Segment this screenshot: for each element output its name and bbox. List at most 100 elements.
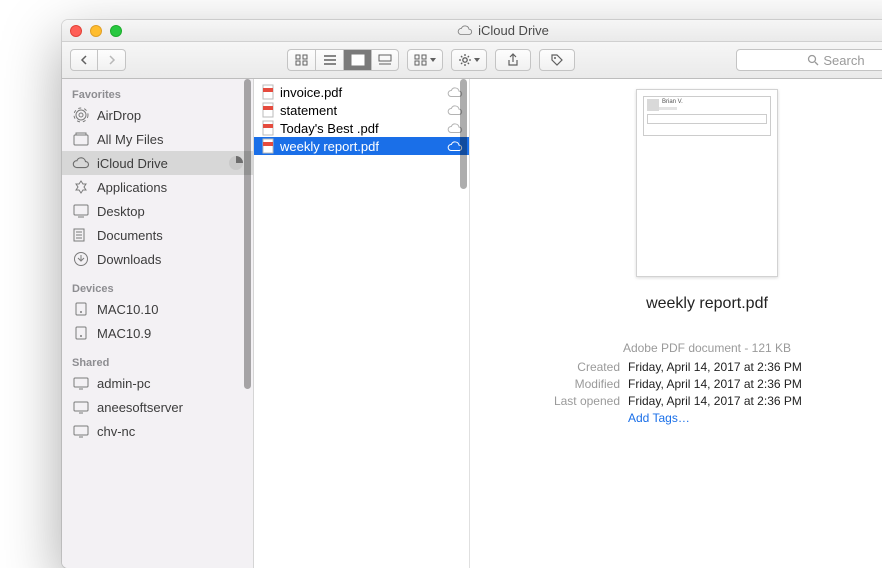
sidebar-item-label: Downloads bbox=[97, 252, 161, 267]
sidebar-item-label: Documents bbox=[97, 228, 163, 243]
group-label: Favorites bbox=[62, 85, 253, 103]
file-name: invoice.pdf bbox=[280, 85, 342, 100]
chevron-down-icon bbox=[474, 58, 480, 62]
sidebar-item-label: AirDrop bbox=[97, 108, 141, 123]
chevron-left-icon bbox=[80, 55, 88, 65]
file-row[interactable]: weekly report.pdf bbox=[254, 137, 469, 155]
pdf-icon bbox=[260, 120, 276, 136]
back-button[interactable] bbox=[70, 49, 98, 71]
share-button[interactable] bbox=[495, 49, 531, 71]
file-column: invoice.pdf statement Today's Best .pdf … bbox=[254, 79, 470, 568]
sidebar-item-label: iCloud Drive bbox=[97, 156, 168, 171]
meta-row: Add Tags… bbox=[500, 410, 882, 427]
monitor-icon bbox=[72, 374, 90, 392]
monitor-icon bbox=[72, 398, 90, 416]
file-name: weekly report.pdf bbox=[280, 139, 379, 154]
view-column-button[interactable] bbox=[343, 49, 371, 71]
sidebar-item-device[interactable]: MAC10.9 bbox=[62, 321, 253, 345]
meta-row: Modified Friday, April 14, 2017 at 2:36 … bbox=[500, 376, 882, 393]
folder-icon bbox=[72, 226, 90, 244]
apps-icon bbox=[72, 178, 90, 196]
coverflow-icon bbox=[378, 54, 392, 66]
sidebar-item-icloud[interactable]: iCloud Drive bbox=[62, 151, 253, 175]
cloud-icon bbox=[72, 154, 90, 172]
downloads-icon bbox=[72, 250, 90, 268]
preview-filename: weekly report.pdf bbox=[646, 295, 768, 313]
group-label: Shared bbox=[62, 353, 253, 371]
view-segmented bbox=[287, 49, 399, 71]
file-name: Today's Best .pdf bbox=[280, 121, 379, 136]
arrange-icon bbox=[414, 54, 428, 66]
view-icon-button[interactable] bbox=[287, 49, 315, 71]
columns-icon bbox=[351, 54, 365, 66]
view-coverflow-button[interactable] bbox=[371, 49, 399, 71]
sidebar-item-shared[interactable]: admin-pc bbox=[62, 371, 253, 395]
sidebar-item-shared[interactable]: chv-nc bbox=[62, 419, 253, 443]
action-button[interactable] bbox=[451, 49, 487, 71]
drive-icon bbox=[72, 324, 90, 342]
preview-thumbnail: Brian V. bbox=[636, 89, 778, 277]
search-input[interactable]: Search bbox=[736, 49, 882, 71]
meta-value: Friday, April 14, 2017 at 2:36 PM bbox=[628, 359, 882, 376]
tag-icon bbox=[550, 53, 564, 67]
cloud-icon bbox=[457, 25, 473, 36]
meta-key: Created bbox=[500, 359, 620, 376]
sidebar-item-label: Desktop bbox=[97, 204, 145, 219]
sidebar-item-label: MAC10.9 bbox=[97, 326, 151, 341]
sidebar-item-label: MAC10.10 bbox=[97, 302, 158, 317]
storage-pie-icon bbox=[229, 156, 243, 170]
nav-buttons bbox=[70, 49, 126, 71]
sidebar: Favorites AirDrop All My Files iCloud Dr… bbox=[62, 79, 254, 568]
preview-metadata: Adobe PDF document - 121 KB Created Frid… bbox=[500, 341, 882, 427]
sidebar-item-label: All My Files bbox=[97, 132, 163, 147]
file-row[interactable]: invoice.pdf bbox=[254, 83, 469, 101]
file-name: statement bbox=[280, 103, 337, 118]
sidebar-item-shared[interactable]: aneesoftserver bbox=[62, 395, 253, 419]
body: Favorites AirDrop All My Files iCloud Dr… bbox=[62, 79, 882, 568]
forward-button[interactable] bbox=[98, 49, 126, 71]
search-icon bbox=[807, 54, 819, 66]
list-icon bbox=[323, 54, 337, 66]
view-list-button[interactable] bbox=[315, 49, 343, 71]
desktop-icon bbox=[72, 202, 90, 220]
meta-key: Last opened bbox=[500, 393, 620, 410]
meta-row: Created Friday, April 14, 2017 at 2:36 P… bbox=[500, 359, 882, 376]
sidebar-item-desktop[interactable]: Desktop bbox=[62, 199, 253, 223]
toolbar: Search bbox=[62, 42, 882, 79]
sidebar-item-device[interactable]: MAC10.10 bbox=[62, 297, 253, 321]
sidebar-item-downloads[interactable]: Downloads bbox=[62, 247, 253, 271]
add-tags-link[interactable]: Add Tags… bbox=[628, 410, 882, 427]
tags-button[interactable] bbox=[539, 49, 575, 71]
file-type: Adobe PDF document - 121 KB bbox=[500, 341, 882, 355]
pdf-icon bbox=[260, 84, 276, 100]
sidebar-item-label: Applications bbox=[97, 180, 167, 195]
chevron-right-icon bbox=[108, 55, 116, 65]
titlebar: iCloud Drive bbox=[62, 20, 882, 42]
search-placeholder: Search bbox=[823, 53, 864, 68]
window-title: iCloud Drive bbox=[62, 23, 882, 38]
sidebar-item-applications[interactable]: Applications bbox=[62, 175, 253, 199]
scrollbar-thumb[interactable] bbox=[244, 79, 251, 389]
thumb-name: Brian V. bbox=[647, 99, 767, 105]
meta-key: Modified bbox=[500, 376, 620, 393]
arrange-button[interactable] bbox=[407, 49, 443, 71]
sidebar-item-documents[interactable]: Documents bbox=[62, 223, 253, 247]
allfiles-icon bbox=[72, 130, 90, 148]
airdrop-icon bbox=[72, 106, 90, 124]
scrollbar-thumb[interactable] bbox=[460, 79, 467, 189]
sidebar-item-airdrop[interactable]: AirDrop bbox=[62, 103, 253, 127]
group-label: Devices bbox=[62, 279, 253, 297]
pdf-icon bbox=[260, 138, 276, 154]
sidebar-item-label: admin-pc bbox=[97, 376, 150, 391]
meta-row: Last opened Friday, April 14, 2017 at 2:… bbox=[500, 393, 882, 410]
sidebar-item-label: chv-nc bbox=[97, 424, 135, 439]
file-row[interactable]: Today's Best .pdf bbox=[254, 119, 469, 137]
pdf-icon bbox=[260, 102, 276, 118]
meta-value: Friday, April 14, 2017 at 2:36 PM bbox=[628, 393, 882, 410]
file-row[interactable]: statement bbox=[254, 101, 469, 119]
meta-value: Friday, April 14, 2017 at 2:36 PM bbox=[628, 376, 882, 393]
chevron-down-icon bbox=[430, 58, 436, 62]
sidebar-item-allfiles[interactable]: All My Files bbox=[62, 127, 253, 151]
window-title-text: iCloud Drive bbox=[478, 23, 549, 38]
gear-icon bbox=[458, 53, 472, 67]
